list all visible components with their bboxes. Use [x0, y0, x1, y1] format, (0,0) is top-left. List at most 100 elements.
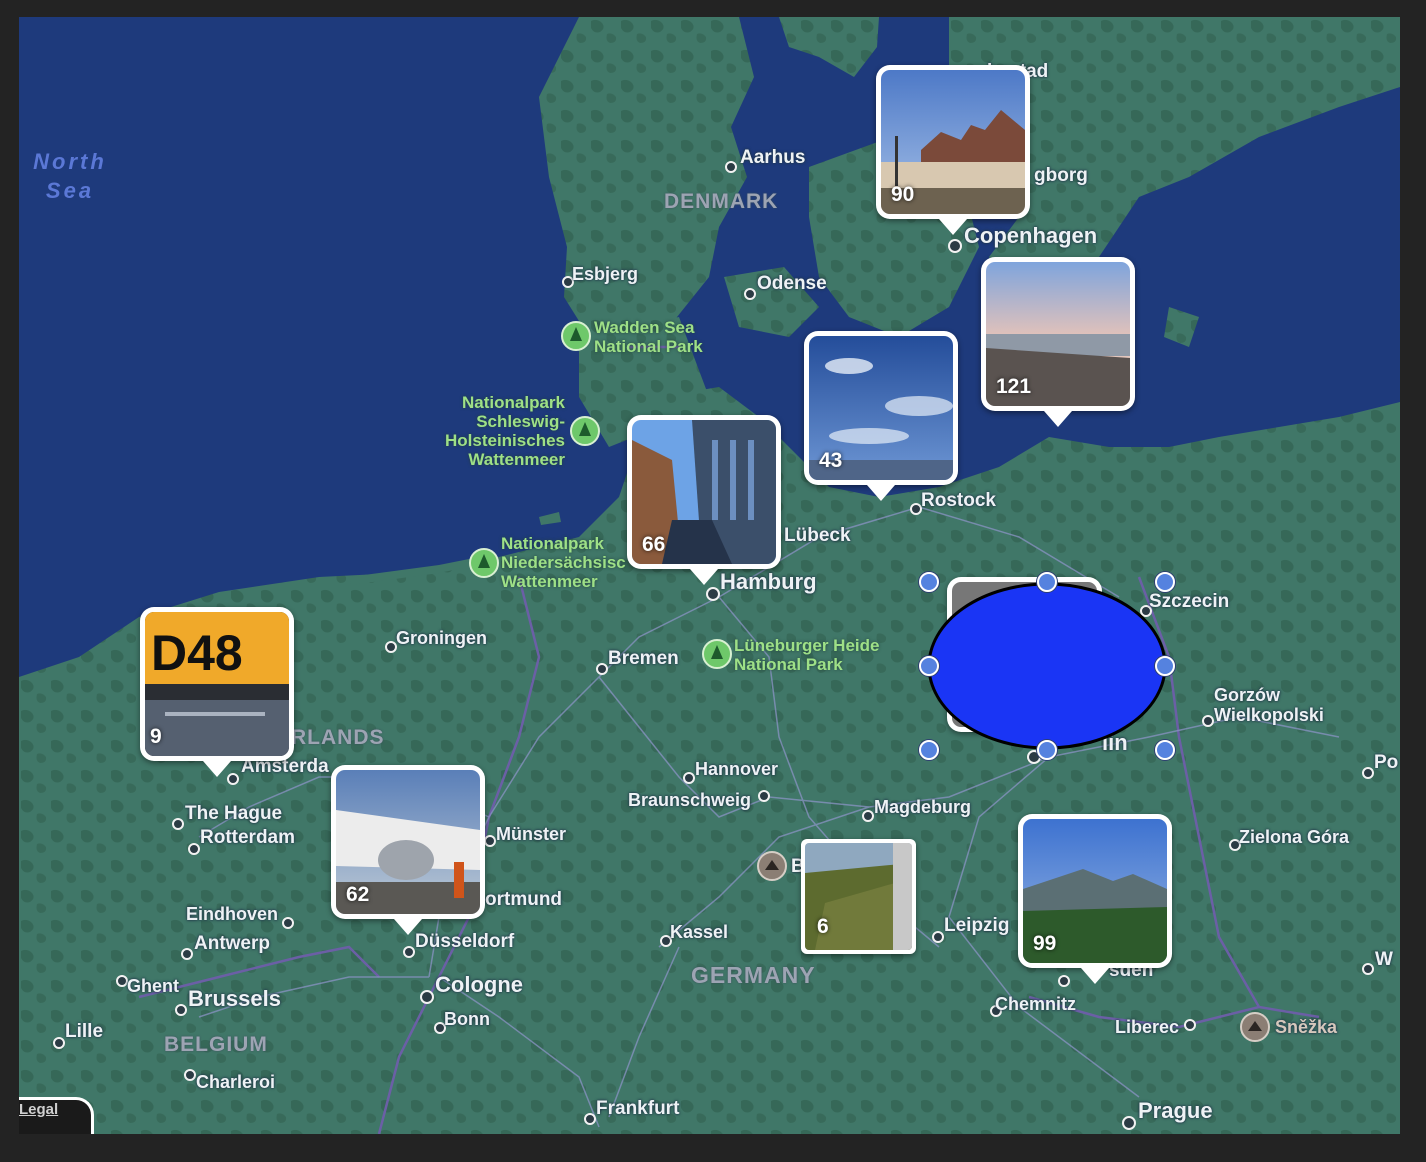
city-eindhoven[interactable]: Eindhoven — [186, 905, 278, 923]
city-braunschweig[interactable]: Braunschweig — [628, 791, 751, 809]
city-brussels[interactable]: Brussels — [188, 988, 281, 1010]
lille-dot — [53, 1037, 65, 1049]
tree-icon[interactable] — [561, 321, 591, 351]
park-schleswig-holstein[interactable]: Nationalpark Schleswig- Holsteinisches W… — [437, 393, 565, 469]
eindhoven-dot — [282, 917, 294, 929]
ellipse-shape[interactable] — [919, 572, 1179, 762]
city-helsingborg[interactable]: gborg — [1034, 166, 1088, 185]
dusseldorf-dot — [403, 946, 415, 958]
mountain-icon[interactable] — [757, 851, 787, 881]
city-poznan[interactable]: Po — [1374, 753, 1398, 772]
park-luneburger-heide[interactable]: Lüneburger Heide National Park — [734, 636, 879, 674]
city-lille[interactable]: Lille — [65, 1022, 103, 1041]
city-ghent[interactable]: Ghent — [127, 977, 179, 995]
city-munster[interactable]: Münster — [496, 825, 566, 843]
resize-handle-bottom-left[interactable] — [919, 740, 939, 760]
photo-pin-dusseldorf-plane[interactable]: 62 — [331, 765, 485, 935]
city-dortmund[interactable]: ortmund — [485, 890, 562, 909]
city-rostock[interactable]: Rostock — [921, 491, 996, 510]
city-rotterdam[interactable]: Rotterdam — [200, 828, 295, 847]
charleroi-dot — [184, 1069, 196, 1081]
tree-icon[interactable] — [469, 548, 499, 578]
rotterdam-dot — [188, 843, 200, 855]
city-bonn[interactable]: Bonn — [444, 1010, 490, 1028]
city-leipzig[interactable]: Leipzig — [944, 916, 1009, 935]
park-wadden-sea[interactable]: Wadden Sea National Park — [594, 318, 703, 356]
country-belgium: BELGIUM — [164, 1033, 268, 1056]
legal-link[interactable]: Legal — [19, 1101, 58, 1118]
resize-handle-top-left[interactable] — [919, 572, 939, 592]
aarhus-dot — [725, 161, 737, 173]
photo-count: 99 — [1033, 932, 1057, 955]
country-germany: GERMANY — [691, 962, 816, 988]
copenhagen-dot — [948, 239, 962, 253]
pin-pointer — [867, 485, 895, 501]
photo-pin-hamburg-canal[interactable]: 66 — [627, 415, 781, 585]
hamburg-dot — [706, 587, 720, 601]
photo-pin-harz-train[interactable]: 6 — [801, 839, 916, 954]
pin-pointer — [939, 219, 967, 235]
city-lubeck[interactable]: Lübeck — [784, 526, 851, 545]
city-dusseldorf[interactable]: Düsseldorf — [415, 932, 514, 951]
city-magdeburg[interactable]: Magdeburg — [874, 798, 971, 816]
photo-pin-baltic-beach[interactable]: 121 — [981, 257, 1135, 427]
city-frankfurt[interactable]: Frankfurt — [596, 1099, 679, 1118]
city-kassel[interactable]: Kassel — [670, 923, 728, 941]
map-view[interactable]: North Sea DENMARK GERMANY BELGIUM RLANDS… — [19, 17, 1400, 1134]
gorzow-dot — [1202, 715, 1214, 727]
city-hannover[interactable]: Hannover — [695, 760, 778, 778]
bremen-dot — [596, 663, 608, 675]
resize-handle-top-right[interactable] — [1155, 572, 1175, 592]
city-cologne[interactable]: Cologne — [435, 974, 523, 996]
frankfurt-dot — [584, 1113, 596, 1125]
resize-handle-right[interactable] — [1155, 656, 1175, 676]
prague-dot — [1122, 1116, 1136, 1130]
city-prague[interactable]: Prague — [1138, 1100, 1213, 1122]
antwerp-dot — [181, 948, 193, 960]
pin-pointer — [1081, 968, 1109, 984]
city-the-hague[interactable]: The Hague — [185, 804, 282, 823]
photo-pin-saxon-switzerland[interactable]: 99 — [1018, 814, 1172, 984]
city-liberec[interactable]: Liberec — [1115, 1018, 1179, 1036]
city-zielona-gora[interactable]: Zielona Góra — [1239, 828, 1349, 846]
city-odense[interactable]: Odense — [757, 274, 827, 293]
dresden-dot — [1058, 975, 1070, 987]
country-denmark: DENMARK — [664, 190, 779, 213]
svg-text:D48: D48 — [151, 625, 243, 681]
park-niedersachsen[interactable]: Nationalpark Niedersächsisc Wattenmeer — [501, 534, 626, 591]
resize-handle-bottom-right[interactable] — [1155, 740, 1175, 760]
city-groningen[interactable]: Groningen — [396, 629, 487, 647]
country-netherlands: RLANDS — [291, 726, 385, 749]
photo-count: 90 — [891, 183, 915, 206]
city-esbjerg[interactable]: Esbjerg — [572, 265, 638, 283]
munster-dot — [484, 835, 496, 847]
north-sea-label: North Sea — [33, 149, 107, 203]
photo-pin-copenhagen[interactable]: 90 — [876, 65, 1030, 235]
city-antwerp[interactable]: Antwerp — [194, 934, 270, 953]
legal-link-container[interactable]: Legal — [19, 1097, 94, 1134]
city-chemnitz[interactable]: Chemnitz — [995, 995, 1076, 1013]
pin-pointer — [394, 919, 422, 935]
city-charleroi[interactable]: Charleroi — [196, 1073, 275, 1091]
the-hague-dot — [172, 818, 184, 830]
peak-snezka[interactable]: Sněžka — [1275, 1018, 1337, 1036]
tree-icon[interactable] — [702, 639, 732, 669]
resize-handle-left[interactable] — [919, 656, 939, 676]
city-aarhus[interactable]: Aarhus — [740, 148, 805, 167]
city-hamburg[interactable]: Hamburg — [720, 571, 817, 593]
hannover-dot — [683, 772, 695, 784]
photo-count: 6 — [817, 915, 829, 938]
tree-icon[interactable] — [570, 416, 600, 446]
photo-pin-amsterdam-gate[interactable]: D48 9 — [140, 607, 294, 777]
photo-count: 62 — [346, 883, 370, 906]
city-copenhagen[interactable]: Copenhagen — [964, 225, 1097, 247]
photo-pin-rostock-sky[interactable]: 43 — [804, 331, 958, 501]
city-bremen[interactable]: Bremen — [608, 649, 679, 668]
brussels-dot — [175, 1004, 187, 1016]
resize-handle-bottom[interactable] — [1037, 740, 1057, 760]
city-wroclaw[interactable]: W — [1375, 950, 1393, 969]
mountain-icon[interactable] — [1240, 1012, 1270, 1042]
leipzig-dot — [932, 931, 944, 943]
city-gorzow[interactable]: Gorzów Wielkopolski — [1214, 685, 1324, 725]
resize-handle-top[interactable] — [1037, 572, 1057, 592]
